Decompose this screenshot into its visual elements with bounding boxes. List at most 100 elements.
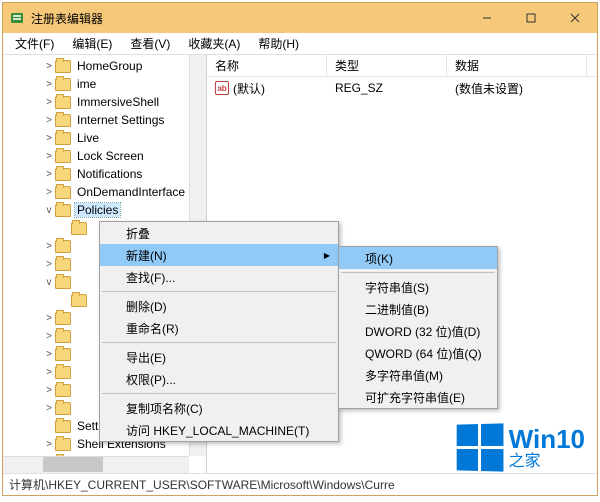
menu-help[interactable]: 帮助(H) xyxy=(250,33,307,54)
expander-icon[interactable]: > xyxy=(43,97,55,108)
col-type[interactable]: 类型 xyxy=(327,55,447,76)
tree-item-label: Notifications xyxy=(75,167,144,181)
folder-icon xyxy=(55,78,71,91)
close-button[interactable] xyxy=(553,3,597,33)
window-title: 注册表编辑器 xyxy=(31,10,465,27)
menu-item[interactable]: 查找(F)... xyxy=(100,266,338,288)
menu-edit[interactable]: 编辑(E) xyxy=(64,33,120,54)
menu-item[interactable]: 重命名(R) xyxy=(100,317,338,339)
folder-icon xyxy=(55,276,71,289)
folder-icon xyxy=(55,96,71,109)
folder-icon xyxy=(55,384,71,397)
list-row[interactable]: ab (默认) REG_SZ (数值未设置) xyxy=(207,79,597,97)
menu-item[interactable]: 复制项名称(C) xyxy=(100,397,338,419)
tree-item-label: Live xyxy=(75,131,101,145)
watermark: Win10 之家 xyxy=(456,424,585,471)
folder-icon xyxy=(55,168,71,181)
expander-icon[interactable]: > xyxy=(43,259,55,270)
value-type: REG_SZ xyxy=(327,81,447,95)
menu-item[interactable]: 访问 HKEY_LOCAL_MACHINE(T) xyxy=(100,419,338,441)
list-body[interactable]: ab (默认) REG_SZ (数值未设置) xyxy=(207,77,597,99)
expander-icon[interactable]: > xyxy=(43,349,55,360)
expander-icon[interactable]: > xyxy=(43,79,55,90)
tree-item[interactable]: > Live xyxy=(3,129,206,147)
expander-icon[interactable]: > xyxy=(43,385,55,396)
expander-icon[interactable]: > xyxy=(43,187,55,198)
folder-icon xyxy=(71,294,87,307)
folder-icon xyxy=(55,258,71,271)
minimize-button[interactable] xyxy=(465,3,509,33)
menu-separator xyxy=(341,272,495,273)
tree-item[interactable]: v Policies xyxy=(3,201,206,219)
menu-item[interactable]: 权限(P)... xyxy=(100,368,338,390)
expander-icon[interactable]: > xyxy=(43,169,55,180)
watermark-text: Win10 之家 xyxy=(509,426,585,470)
menu-separator xyxy=(102,291,336,292)
menu-item[interactable]: 字符串值(S) xyxy=(339,276,497,298)
status-path: 计算机\HKEY_CURRENT_USER\SOFTWARE\Microsoft… xyxy=(9,478,395,492)
tree-item[interactable]: > ImmersiveShell xyxy=(3,93,206,111)
folder-icon xyxy=(55,204,71,217)
statusbar: 计算机\HKEY_CURRENT_USER\SOFTWARE\Microsoft… xyxy=(3,473,597,495)
expander-icon[interactable]: > xyxy=(43,439,55,450)
app-icon xyxy=(9,10,25,26)
maximize-button[interactable] xyxy=(509,3,553,33)
folder-icon xyxy=(55,402,71,415)
value-name: (默认) xyxy=(233,80,265,97)
menu-item[interactable]: 二进制值(B) xyxy=(339,298,497,320)
expander-icon[interactable]: > xyxy=(43,61,55,72)
expander-icon[interactable]: v xyxy=(43,205,55,216)
windows-logo-icon xyxy=(456,423,503,471)
tree-item-label: Policies xyxy=(75,203,120,217)
expander-icon[interactable]: > xyxy=(43,403,55,414)
menu-item[interactable]: 删除(D) xyxy=(100,295,338,317)
menu-file[interactable]: 文件(F) xyxy=(7,33,62,54)
menu-item[interactable]: 项(K) xyxy=(339,247,497,269)
folder-icon xyxy=(55,420,71,433)
registry-editor-window: 注册表编辑器 文件(F) 编辑(E) 查看(V) 收藏夹(A) 帮助(H) > H… xyxy=(2,2,598,496)
tree-item-label: Lock Screen xyxy=(75,149,146,163)
tree-item[interactable]: > HomeGroup xyxy=(3,57,206,75)
tree-item[interactable]: >Internet Settings xyxy=(3,111,206,129)
menu-item[interactable]: QWORD (64 位)值(Q) xyxy=(339,342,497,364)
tree-item[interactable]: > Lock Screen xyxy=(3,147,206,165)
menu-item[interactable]: DWORD (32 位)值(D) xyxy=(339,320,497,342)
menu-item[interactable]: 导出(E) xyxy=(100,346,338,368)
tree-item-label: ImmersiveShell xyxy=(75,95,161,109)
menu-item[interactable]: 折叠 xyxy=(100,222,338,244)
col-name[interactable]: 名称 xyxy=(207,55,327,76)
list-header: 名称 类型 数据 xyxy=(207,55,597,77)
expander-icon[interactable]: > xyxy=(43,115,55,126)
expander-icon[interactable]: > xyxy=(43,151,55,162)
tree-scrollbar-horizontal[interactable] xyxy=(3,456,189,473)
menu-item[interactable]: 可扩充字符串值(E) xyxy=(339,386,497,408)
tree-item[interactable]: >OnDemandInterface xyxy=(3,183,206,201)
context-submenu-new[interactable]: 项(K) 字符串值(S)二进制值(B)DWORD (32 位)值(D)QWORD … xyxy=(338,246,498,409)
folder-icon xyxy=(55,186,71,199)
menu-item[interactable]: 新建(N) xyxy=(100,244,338,266)
tree-item[interactable]: >ime xyxy=(3,75,206,93)
folder-icon xyxy=(55,240,71,253)
expander-icon[interactable]: > xyxy=(43,241,55,252)
titlebar[interactable]: 注册表编辑器 xyxy=(3,3,597,33)
expander-icon[interactable]: > xyxy=(43,313,55,324)
col-data[interactable]: 数据 xyxy=(447,55,587,76)
menu-item[interactable]: 多字符串值(M) xyxy=(339,364,497,386)
menu-separator xyxy=(102,342,336,343)
folder-icon xyxy=(55,150,71,163)
folder-icon xyxy=(55,330,71,343)
expander-icon[interactable]: v xyxy=(43,277,55,288)
expander-icon[interactable]: > xyxy=(43,367,55,378)
tree-item-label: HomeGroup xyxy=(75,59,144,73)
expander-icon[interactable]: > xyxy=(43,133,55,144)
scrollbar-thumb[interactable] xyxy=(43,457,103,472)
folder-icon xyxy=(55,348,71,361)
menu-favorites[interactable]: 收藏夹(A) xyxy=(180,33,248,54)
folder-icon xyxy=(55,366,71,379)
expander-icon[interactable]: > xyxy=(43,331,55,342)
menu-view[interactable]: 查看(V) xyxy=(122,33,178,54)
context-menu[interactable]: 折叠新建(N)查找(F)... 删除(D)重命名(R) 导出(E)权限(P)... 复… xyxy=(99,221,339,442)
folder-icon xyxy=(55,312,71,325)
tree-item[interactable]: > Notifications xyxy=(3,165,206,183)
folder-icon xyxy=(55,60,71,73)
